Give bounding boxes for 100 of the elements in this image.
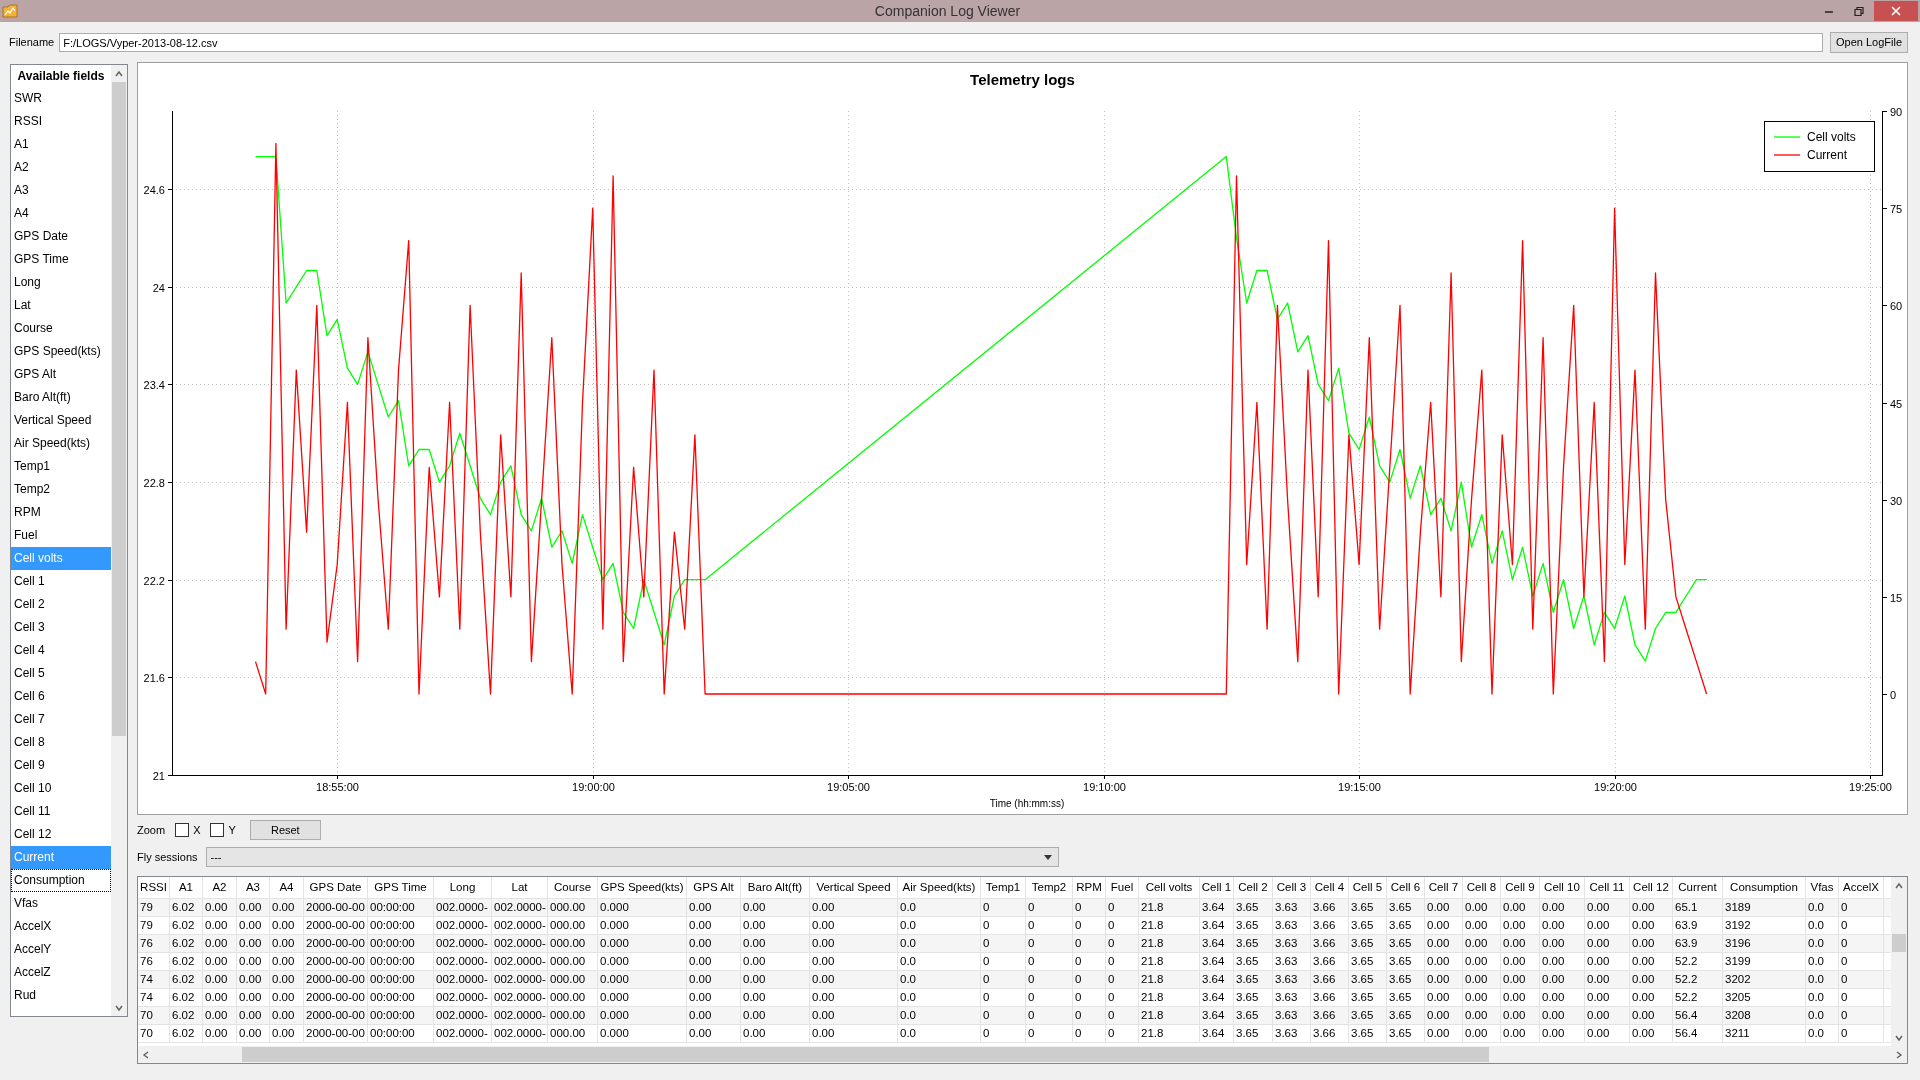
app-icon [2,3,18,19]
field-list-item[interactable]: AccelZ [11,961,111,984]
column-header[interactable]: Cell 4 [1311,877,1349,898]
field-list-item[interactable]: Course [11,317,111,340]
field-list-item[interactable]: Cell 4 [11,639,111,662]
column-header[interactable]: Cell 3 [1273,877,1311,898]
column-header[interactable]: Temp2 [1026,877,1073,898]
field-list-item[interactable]: Temp1 [11,455,111,478]
field-list-item[interactable]: RSSI [11,110,111,133]
table-cell: 0.00 [810,1025,898,1042]
column-header[interactable]: Temp1 [981,877,1026,898]
column-header[interactable]: A4 [270,877,304,898]
field-list-item[interactable]: Cell 3 [11,616,111,639]
field-list-item[interactable]: Temp2 [11,478,111,501]
column-header[interactable]: Course [548,877,598,898]
field-list-item[interactable]: Long [11,271,111,294]
column-header[interactable]: Vertical Speed [810,877,898,898]
field-list-item[interactable]: Cell 12 [11,823,111,846]
reset-button[interactable]: Reset [249,820,321,840]
table-cell: 0.00 [1540,1007,1585,1024]
column-header[interactable]: Long [434,877,492,898]
field-list-item[interactable]: Cell 1 [11,570,111,593]
field-list-item[interactable]: Cell 6 [11,685,111,708]
field-list-item[interactable]: GPS Alt [11,363,111,386]
column-header[interactable]: A2 [203,877,237,898]
vertical-scrollbar[interactable] [1891,877,1907,1046]
checkbox[interactable] [175,823,190,837]
field-list-item[interactable]: Cell 5 [11,662,111,685]
fly-sessions-dropdown[interactable]: --- [205,847,1059,867]
column-header[interactable]: GPS Date [304,877,368,898]
field-list-item[interactable]: Cell 11 [11,800,111,823]
column-header[interactable]: GPS Time [368,877,434,898]
column-header[interactable]: Cell volts [1139,877,1200,898]
column-header[interactable]: GPS Speed(kts) [598,877,687,898]
table-cell: 0.00 [1585,953,1630,970]
field-list-item[interactable]: SWR [11,87,111,110]
column-header[interactable]: AccelX [1839,877,1884,898]
field-list-item[interactable]: Cell 7 [11,708,111,731]
column-header[interactable]: Cell 11 [1585,877,1630,898]
table-cell: 3.65 [1349,971,1387,988]
field-list-item[interactable]: Lat [11,294,111,317]
column-header[interactable]: Vfas [1806,877,1839,898]
field-list-item[interactable]: GPS Time [11,248,111,271]
field-list-item[interactable]: Air Speed(kts) [11,432,111,455]
open-logfile-button[interactable]: Open LogFile [1829,31,1908,53]
field-list-item[interactable]: Cell 10 [11,777,111,800]
field-list-item[interactable]: Baro Alt(ft) [11,386,111,409]
column-header[interactable]: Cell 2 [1234,877,1273,898]
field-list-item[interactable]: Fuel [11,524,111,547]
column-header[interactable]: Cell 7 [1425,877,1463,898]
column-header[interactable]: GPS Alt [687,877,741,898]
field-list-item[interactable]: Vfas [11,892,111,915]
field-list-item[interactable]: Cell 2 [11,593,111,616]
column-header[interactable]: Baro Alt(ft) [741,877,810,898]
column-header[interactable]: Current [1673,877,1723,898]
field-list-item[interactable]: AccelX [11,915,111,938]
column-header[interactable]: A3 [237,877,270,898]
field-list-item[interactable]: Vertical Speed [11,409,111,432]
scrollbar-thumb[interactable] [1892,934,1906,952]
table-cell: 3.65 [1387,1025,1425,1042]
vertical-scrollbar[interactable] [111,65,127,1016]
table-cell: 3.65 [1387,899,1425,916]
scrollbar-thumb[interactable] [242,1047,1489,1062]
table-cell: 3.65 [1387,935,1425,952]
column-header[interactable]: Fuel [1106,877,1139,898]
field-list-item[interactable]: GPS Date [11,225,111,248]
field-list-item[interactable]: A3 [11,179,111,202]
column-header[interactable]: Cell 12 [1630,877,1673,898]
field-list-item[interactable]: RPM [11,501,111,524]
field-list-item[interactable]: Cell 8 [11,731,111,754]
column-header[interactable]: Cell 8 [1463,877,1501,898]
column-header[interactable]: Cell 10 [1540,877,1585,898]
table-cell: 0.00 [1630,971,1673,988]
column-header[interactable]: Lat [492,877,548,898]
field-list-item[interactable]: A2 [11,156,111,179]
column-header[interactable]: Cell 1 [1200,877,1234,898]
filename-field[interactable]: F:/LOGS/Vyper-2013-08-12.csv [59,32,1823,52]
column-header[interactable]: Consumption [1723,877,1806,898]
column-header[interactable]: Air Speed(kts) [898,877,981,898]
scrollbar-thumb[interactable] [112,82,126,736]
field-list-item[interactable]: A4 [11,202,111,225]
column-header[interactable]: Cell 9 [1501,877,1540,898]
field-list-item[interactable]: A1 [11,133,111,156]
column-header[interactable]: RPM [1073,877,1106,898]
table-cell: 0.00 [237,899,270,916]
table-cell: 0.00 [1630,917,1673,934]
column-header[interactable]: A1 [170,877,203,898]
table-cell: 0 [1839,1025,1884,1042]
field-list-item[interactable]: Rud [11,984,111,1007]
horizontal-scrollbar[interactable] [138,1046,1907,1063]
column-header[interactable]: Cell 6 [1387,877,1425,898]
table-cell: 002.0000- [492,917,548,934]
checkbox[interactable] [210,823,225,837]
table-cell: 3.65 [1387,1007,1425,1024]
field-list-item[interactable]: Cell 9 [11,754,111,777]
column-header[interactable]: Cell 5 [1349,877,1387,898]
field-list-item[interactable]: GPS Speed(kts) [11,340,111,363]
field-list-item[interactable]: Consumption [11,869,111,892]
column-header[interactable]: RSSI [138,877,170,898]
field-list-item[interactable]: AccelY [11,938,111,961]
